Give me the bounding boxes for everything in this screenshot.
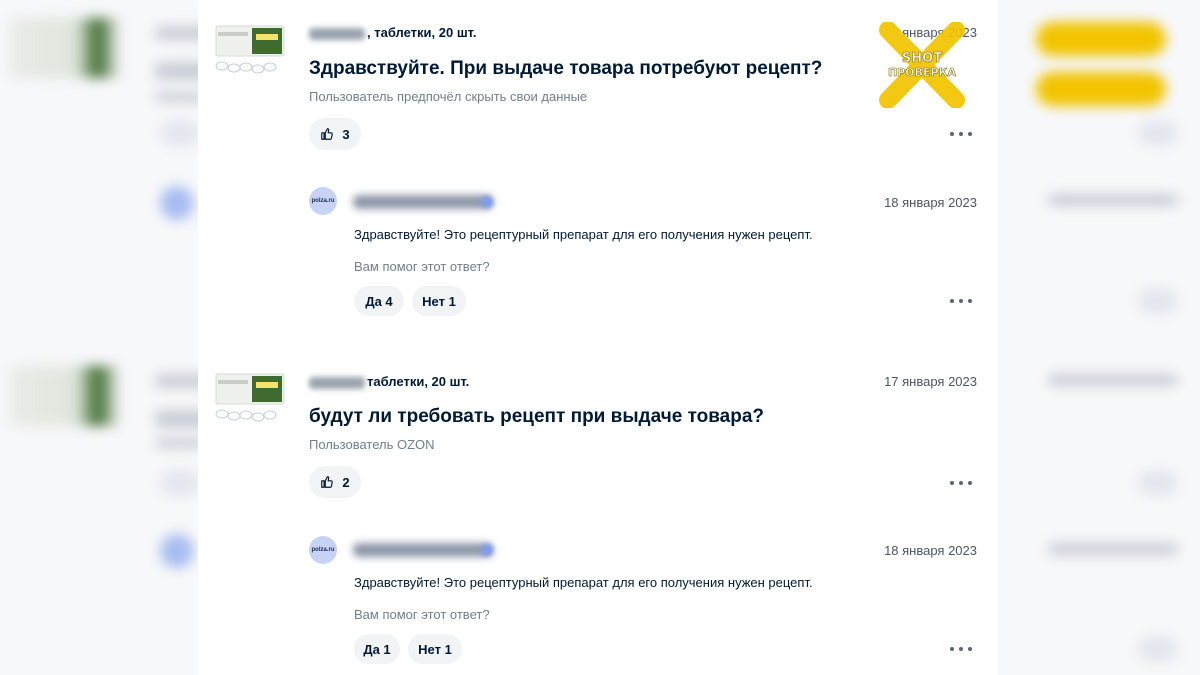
- answer-date: 18 января 2023: [884, 543, 977, 558]
- verified-badge-icon: [481, 196, 493, 208]
- answer-date: 18 января 2023: [884, 195, 977, 210]
- verified-badge-icon: [481, 544, 493, 556]
- like-count: 3: [342, 126, 350, 142]
- question-date: 17 января 2023: [884, 374, 977, 389]
- blurred-product-brand: [309, 27, 365, 40]
- like-count: 2: [342, 474, 350, 490]
- shot-proverka-watermark: SHOT ПРОВЕРКА: [879, 22, 965, 108]
- helpful-prompt: Вам помог этот ответ?: [354, 607, 490, 622]
- product-name[interactable]: , таблетки, 20 шт.: [309, 25, 477, 40]
- blurred-seller-name: [353, 195, 493, 209]
- left-blurred-panel: [0, 0, 198, 675]
- thumbs-up-icon: [321, 128, 334, 140]
- more-options-button[interactable]: [950, 642, 972, 656]
- question-author: Пользователь OZON: [309, 437, 435, 452]
- blurred-product-brand: [309, 376, 365, 389]
- like-button[interactable]: 2: [309, 466, 361, 498]
- product-thumbnail[interactable]: [212, 22, 286, 78]
- like-button[interactable]: 3: [309, 118, 361, 150]
- thumbs-up-icon: [321, 476, 334, 488]
- more-options-button[interactable]: [950, 127, 972, 141]
- question-author: Пользователь предпочёл скрыть свои данны…: [309, 89, 588, 104]
- watermark-line2: ПРОВЕРКА: [888, 66, 957, 79]
- question-title: будут ли требовать рецепт при выдаче тов…: [309, 406, 765, 427]
- product-name[interactable]: таблетки, 20 шт.: [309, 374, 469, 389]
- answer-text: Здравствуйте! Это рецептурный препарат д…: [354, 227, 813, 242]
- right-blurred-panel: [998, 0, 1200, 675]
- helpful-prompt: Вам помог этот ответ?: [354, 259, 490, 274]
- vote-no-button[interactable]: Нет 1: [408, 634, 462, 664]
- seller-avatar[interactable]: polza.ru: [309, 536, 337, 564]
- more-options-button[interactable]: [950, 476, 972, 490]
- vote-no-button[interactable]: Нет 1: [412, 286, 466, 316]
- blurred-seller-name: [353, 543, 493, 557]
- vote-yes-button[interactable]: Да 4: [354, 286, 404, 316]
- question-title: Здравствуйте. При выдаче товара потребую…: [309, 58, 823, 79]
- vote-yes-button[interactable]: Да 1: [354, 634, 400, 664]
- watermark-line1: SHOT: [902, 51, 942, 66]
- seller-avatar[interactable]: polza.ru: [309, 187, 337, 215]
- product-thumbnail[interactable]: [212, 370, 286, 426]
- more-options-button[interactable]: [950, 294, 972, 308]
- answer-text: Здравствуйте! Это рецептурный препарат д…: [354, 575, 813, 590]
